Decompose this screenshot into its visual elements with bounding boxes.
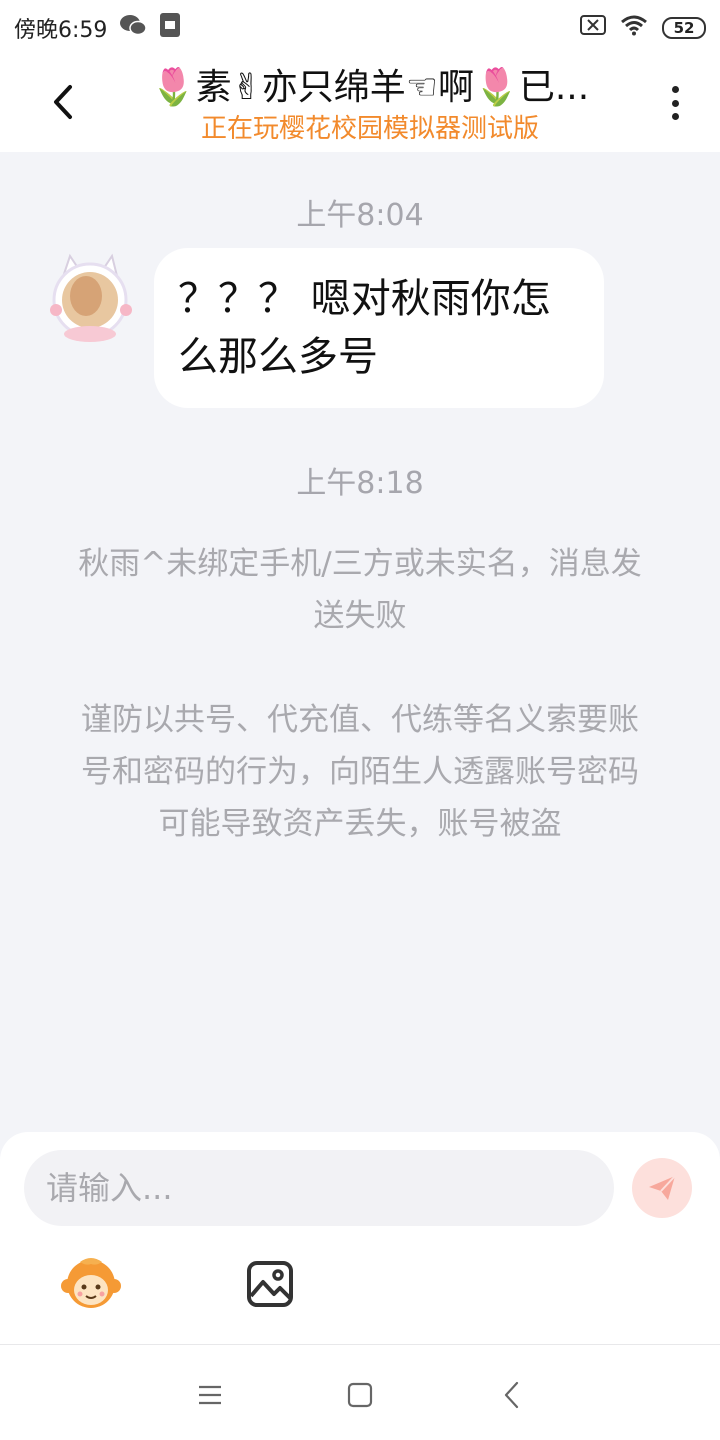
chat-title: 🌷素✌亦只绵羊☜啊🌷已...: [150, 67, 590, 108]
chat-header: 🌷素✌亦只绵羊☜啊🌷已... 正在玩樱花校园模拟器测试版: [0, 56, 720, 152]
message-timestamp: 上午8:04: [296, 198, 424, 233]
sim-off-icon: [580, 15, 606, 41]
nav-menu-button[interactable]: [190, 1375, 230, 1415]
image-icon: [247, 1261, 293, 1307]
nav-back-button[interactable]: [492, 1375, 532, 1415]
app-notification-icon: [159, 12, 181, 44]
message-input[interactable]: [24, 1150, 614, 1226]
avatar[interactable]: [42, 250, 138, 346]
status-bar: 傍晚6:59 52: [0, 0, 720, 56]
system-notice-send-failed: 秋雨^未绑定手机/三方或未实名，消息发送失败: [78, 546, 642, 634]
more-dot-icon: [671, 99, 679, 107]
back-button[interactable]: [40, 76, 86, 128]
menu-icon: [199, 1385, 221, 1405]
message-text: ？？？ 嗯对秋雨你怎么那么多号: [178, 276, 551, 380]
more-dot-icon: [671, 113, 679, 120]
emoji-button[interactable]: [60, 1256, 122, 1312]
battery-icon: 52: [662, 17, 706, 39]
nav-home-button[interactable]: [340, 1375, 380, 1415]
chevron-left-icon: [54, 85, 72, 119]
battery-level: 52: [673, 19, 695, 37]
monkey-emoji-icon: [61, 1258, 121, 1308]
home-square-icon: [347, 1382, 373, 1408]
chat-subtitle: 正在玩樱花校园模拟器测试版: [200, 114, 539, 144]
wechat-icon: [119, 13, 148, 43]
chat-screen: 傍晚6:59 52 🌷素✌亦只绵羊☜啊🌷已... 正在玩樱花校园模拟器测试版 上…: [0, 0, 720, 1440]
input-panel: [0, 1132, 720, 1344]
system-nav-bar: [0, 1344, 720, 1440]
message-timestamp: 上午8:18: [296, 466, 424, 501]
back-arrow-icon: [504, 1381, 519, 1409]
send-button[interactable]: [632, 1158, 692, 1218]
more-dot-icon: [671, 86, 679, 93]
message-bubble[interactable]: ？？？ 嗯对秋雨你怎么那么多号: [154, 248, 604, 408]
more-options-button[interactable]: [660, 78, 690, 128]
wifi-icon: [620, 14, 648, 42]
status-time: 傍晚6:59: [14, 18, 108, 43]
system-notice-security-warning: 谨防以共号、代充值、代练等名义索要账号和密码的行为，向陌生人透露账号密码可能导致…: [81, 702, 639, 842]
image-picker-button[interactable]: [246, 1260, 294, 1308]
paper-plane-icon: [649, 1175, 676, 1200]
